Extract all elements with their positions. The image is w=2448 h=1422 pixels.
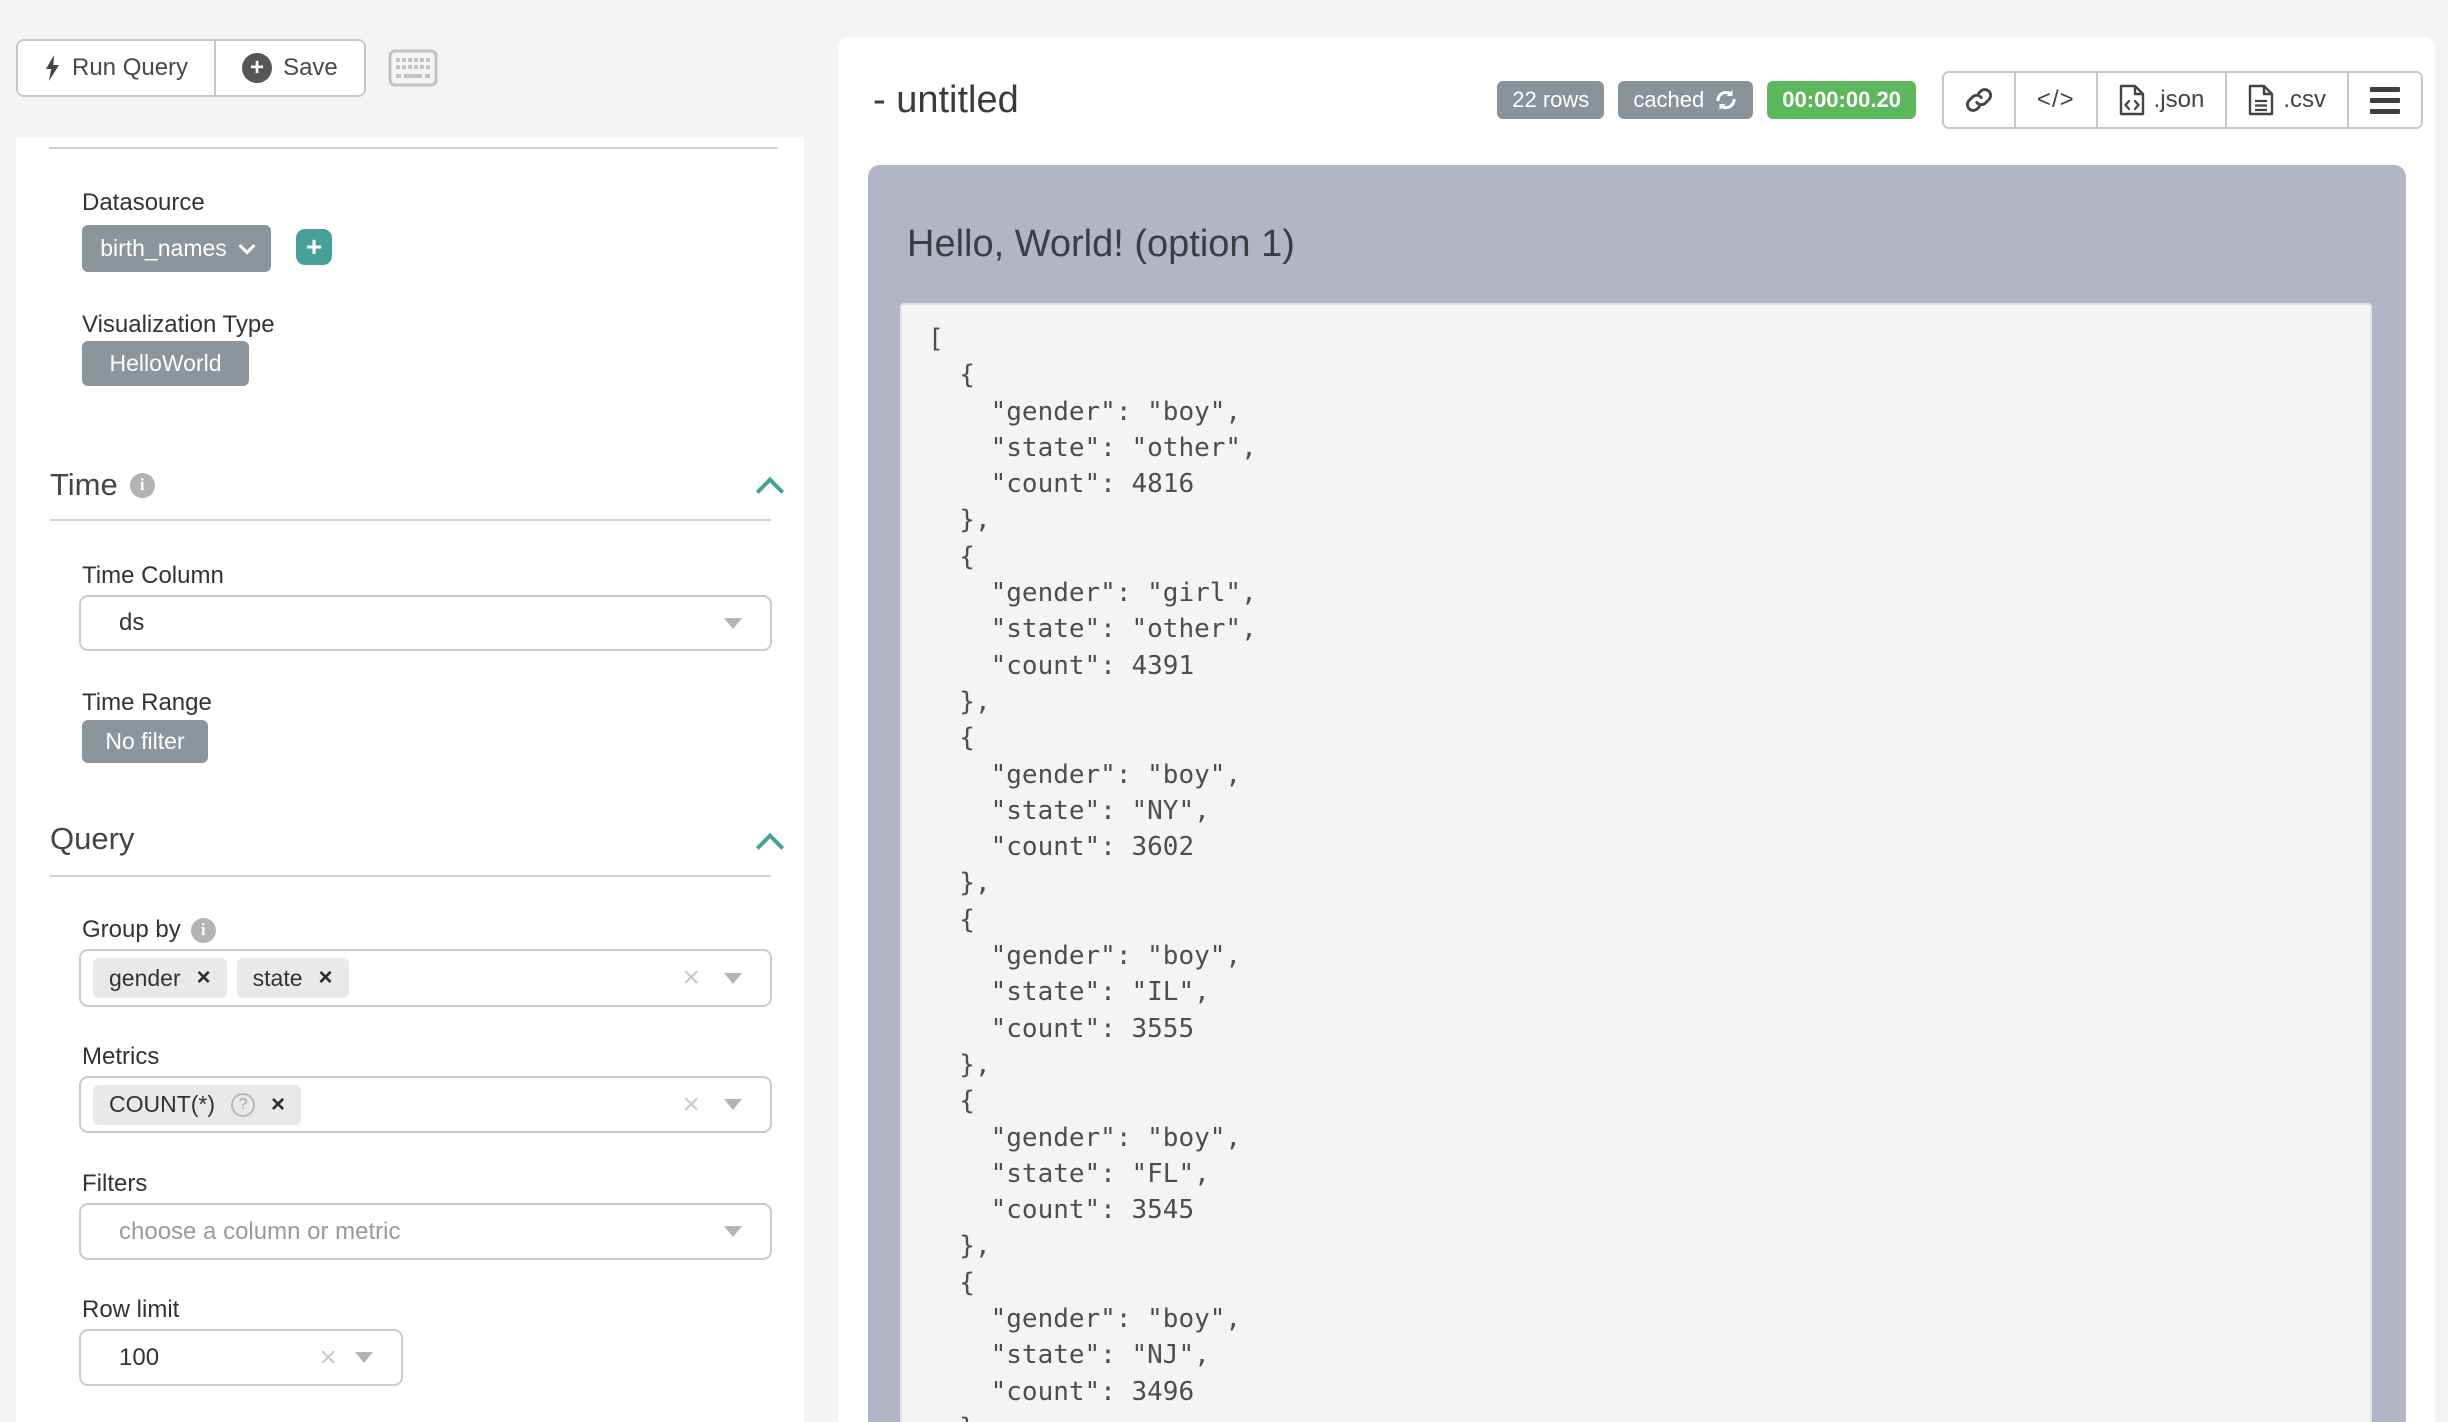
caret-down-icon	[724, 1099, 742, 1110]
remove-chip-icon[interactable]: ×	[271, 1091, 285, 1119]
clear-select-icon[interactable]: ×	[682, 963, 700, 993]
help-icon[interactable]: ?	[231, 1093, 255, 1117]
row-limit-select[interactable]: 100 ×	[79, 1329, 403, 1386]
chip-label: gender	[109, 965, 181, 992]
plus-icon: +	[306, 231, 322, 263]
metrics-label: Metrics	[82, 1043, 159, 1071]
row-limit-label: Row limit	[82, 1296, 179, 1324]
run-query-label: Run Query	[72, 54, 188, 82]
viz-type-value: HelloWorld	[109, 350, 221, 377]
metrics-select[interactable]: COUNT(*) ? × ×	[79, 1076, 772, 1133]
panel-divider	[49, 147, 778, 149]
info-icon[interactable]: i	[191, 918, 216, 943]
code-icon: </>	[2037, 86, 2075, 114]
viz-type-label: Visualization Type	[82, 311, 275, 339]
remove-chip-icon[interactable]: ×	[319, 964, 333, 992]
export-json-label: .json	[2154, 86, 2205, 114]
chevron-down-icon	[238, 237, 255, 254]
time-range-button[interactable]: No filter	[82, 720, 208, 763]
row-count-text: 22 rows	[1512, 87, 1589, 113]
keyboard-shortcuts-icon[interactable]	[388, 49, 438, 87]
csv-file-icon	[2248, 84, 2274, 116]
caret-down-icon	[355, 1352, 373, 1363]
remove-chip-icon[interactable]: ×	[197, 964, 211, 992]
time-section-title: Time	[50, 467, 118, 503]
query-section-title: Query	[50, 821, 134, 857]
hello-world-viz-panel: Hello, World! (option 1) [ { "gender": "…	[868, 165, 2406, 1422]
export-json-button[interactable]: .json	[2096, 73, 2226, 127]
more-options-button[interactable]	[2347, 73, 2421, 127]
query-result-json-box[interactable]: [ { "gender": "boy", "state": "other", "…	[900, 303, 2372, 1422]
query-toolbar: Run Query + Save	[16, 39, 438, 97]
time-column-select[interactable]: ds	[79, 595, 772, 651]
chart-title[interactable]: - untitled	[873, 79, 1019, 122]
caret-down-icon	[724, 618, 742, 629]
caret-down-icon	[724, 973, 742, 984]
collapse-time-section-icon[interactable]	[756, 477, 784, 505]
plus-circle-icon: +	[242, 53, 272, 83]
chip-label: COUNT(*)	[109, 1091, 215, 1118]
clear-select-icon[interactable]: ×	[682, 1090, 700, 1120]
group-by-label-text: Group by	[82, 916, 181, 944]
export-csv-button[interactable]: .csv	[2225, 73, 2347, 127]
viz-type-button[interactable]: HelloWorld	[82, 341, 249, 386]
time-column-value: ds	[93, 609, 144, 637]
filters-label: Filters	[82, 1170, 147, 1198]
time-section-header: Time i	[50, 467, 155, 503]
chart-header-actions: 22 rows cached 00:00:00.20	[1497, 71, 2423, 129]
run-query-button[interactable]: Run Query	[18, 41, 214, 95]
row-limit-value: 100	[93, 1344, 159, 1372]
save-label: Save	[283, 54, 338, 82]
caret-down-icon	[724, 1226, 742, 1237]
group-by-select[interactable]: gender × state × ×	[79, 949, 772, 1007]
datasource-select-button[interactable]: birth_names	[82, 225, 271, 272]
collapse-query-section-icon[interactable]	[756, 833, 784, 861]
timer-text: 00:00:00.20	[1782, 87, 1901, 113]
group-by-chip: gender ×	[93, 958, 227, 998]
metric-chip: COUNT(*) ? ×	[93, 1085, 301, 1125]
chart-container-card: - untitled 22 rows cached 00:00:00.20	[838, 37, 2435, 1422]
query-section-header: Query	[50, 821, 134, 857]
refresh-icon	[1714, 88, 1738, 112]
time-range-value: No filter	[105, 728, 184, 755]
datasource-label: Datasource	[82, 189, 205, 217]
row-count-badge: 22 rows	[1497, 81, 1604, 119]
save-button[interactable]: + Save	[214, 41, 364, 95]
export-csv-label: .csv	[2283, 86, 2326, 114]
cached-text: cached	[1633, 87, 1704, 113]
viz-title: Hello, World! (option 1)	[907, 223, 1295, 266]
filters-placeholder: choose a column or metric	[93, 1218, 400, 1246]
cached-badge[interactable]: cached	[1618, 81, 1753, 119]
group-by-label: Group by i	[82, 916, 216, 944]
section-divider	[50, 519, 771, 521]
run-save-button-group: Run Query + Save	[16, 39, 366, 97]
hamburger-menu-icon	[2370, 87, 2400, 114]
time-column-label: Time Column	[82, 562, 224, 590]
export-button-group: </> .json .csv	[1942, 71, 2423, 129]
view-query-button[interactable]: </>	[2014, 73, 2096, 127]
share-link-button[interactable]	[1944, 73, 2014, 127]
filters-select[interactable]: choose a column or metric	[79, 1203, 772, 1260]
time-range-label: Time Range	[82, 689, 212, 717]
link-icon	[1965, 86, 1993, 114]
bolt-icon	[44, 55, 61, 81]
query-timer-badge: 00:00:00.20	[1767, 81, 1916, 119]
explore-control-panel: Datasource birth_names + Visualization T…	[16, 137, 804, 1422]
group-by-chip: state ×	[237, 958, 349, 998]
json-output: [ { "gender": "boy", "state": "other", "…	[902, 305, 2370, 1422]
info-icon[interactable]: i	[130, 473, 155, 498]
json-file-icon	[2119, 84, 2145, 116]
clear-select-icon[interactable]: ×	[319, 1343, 337, 1373]
datasource-value: birth_names	[100, 235, 227, 262]
section-divider	[50, 875, 771, 877]
chip-label: state	[253, 965, 303, 992]
add-datasource-button[interactable]: +	[296, 229, 332, 265]
